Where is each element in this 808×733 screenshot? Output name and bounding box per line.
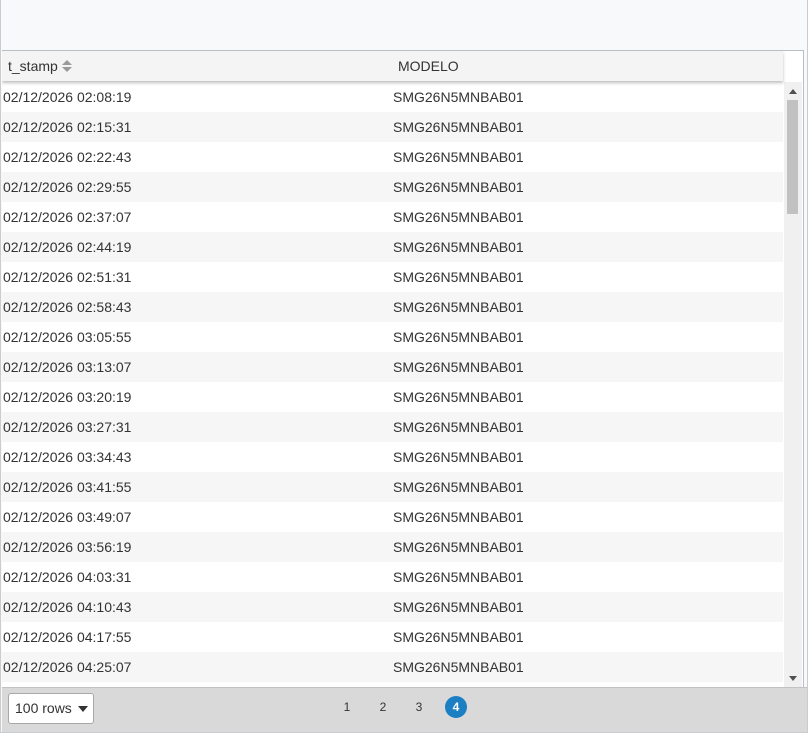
table-row[interactable]: 02/12/2026 02:08:19 SMG26N5MNBAB01 bbox=[2, 82, 783, 112]
rows-per-page-select[interactable]: 100 rows bbox=[8, 693, 94, 724]
table-panel: t_stamp MODELO 02/12/2026 02:08:19 SMG26N… bbox=[0, 0, 808, 733]
column-header-t-stamp[interactable]: t_stamp bbox=[8, 51, 72, 81]
table-row[interactable]: 02/12/2026 04:25:07 SMG26N5MNBAB01 bbox=[2, 652, 783, 682]
page-2-button[interactable]: 2 bbox=[372, 696, 394, 718]
cell-t-stamp: 02/12/2026 02:22:43 bbox=[3, 149, 132, 165]
pagination-footer: 100 rows 1 2 3 4 bbox=[2, 687, 807, 732]
cell-t-stamp: 02/12/2026 02:37:07 bbox=[3, 209, 132, 225]
cell-t-stamp: 02/12/2026 02:29:55 bbox=[3, 179, 132, 195]
page-1-button[interactable]: 1 bbox=[336, 696, 358, 718]
cell-t-stamp: 02/12/2026 02:15:31 bbox=[3, 119, 132, 135]
cell-modelo: SMG26N5MNBAB01 bbox=[393, 569, 524, 585]
table-row[interactable]: 02/12/2026 03:49:07 SMG26N5MNBAB01 bbox=[2, 502, 783, 532]
cell-modelo: SMG26N5MNBAB01 bbox=[393, 449, 524, 465]
table-header: t_stamp MODELO bbox=[2, 51, 783, 81]
cell-modelo: SMG26N5MNBAB01 bbox=[393, 629, 524, 645]
cell-modelo: SMG26N5MNBAB01 bbox=[393, 359, 524, 375]
table-row[interactable]: 02/12/2026 04:03:31 SMG26N5MNBAB01 bbox=[2, 562, 783, 592]
cell-t-stamp: 02/12/2026 02:51:31 bbox=[3, 269, 132, 285]
cell-modelo: SMG26N5MNBAB01 bbox=[393, 329, 524, 345]
cell-modelo: SMG26N5MNBAB01 bbox=[393, 659, 524, 675]
cell-t-stamp: 02/12/2026 03:34:43 bbox=[3, 449, 132, 465]
table-row[interactable]: 02/12/2026 04:10:43 SMG26N5MNBAB01 bbox=[2, 592, 783, 622]
cell-modelo: SMG26N5MNBAB01 bbox=[393, 389, 524, 405]
cell-modelo: SMG26N5MNBAB01 bbox=[393, 539, 524, 555]
scroll-up-arrow-icon[interactable] bbox=[789, 89, 797, 94]
table-row[interactable]: 02/12/2026 02:15:31 SMG26N5MNBAB01 bbox=[2, 112, 783, 142]
page-4-button[interactable]: 4 bbox=[445, 696, 467, 718]
cell-t-stamp: 02/12/2026 03:27:31 bbox=[3, 419, 132, 435]
cell-t-stamp: 02/12/2026 04:17:55 bbox=[3, 629, 132, 645]
table-row[interactable]: 02/12/2026 02:37:07 SMG26N5MNBAB01 bbox=[2, 202, 783, 232]
cell-t-stamp: 02/12/2026 04:03:31 bbox=[3, 569, 132, 585]
table-row[interactable]: 02/12/2026 03:20:19 SMG26N5MNBAB01 bbox=[2, 382, 783, 412]
panel-top-area bbox=[1, 0, 807, 50]
cell-t-stamp: 02/12/2026 03:41:55 bbox=[3, 479, 132, 495]
table-row[interactable]: 02/12/2026 03:27:31 SMG26N5MNBAB01 bbox=[2, 412, 783, 442]
table-row[interactable]: 02/12/2026 03:34:43 SMG26N5MNBAB01 bbox=[2, 442, 783, 472]
cell-t-stamp: 02/12/2026 02:08:19 bbox=[3, 89, 132, 105]
table-row[interactable]: 02/12/2026 02:44:19 SMG26N5MNBAB01 bbox=[2, 232, 783, 262]
vertical-scrollbar[interactable] bbox=[784, 82, 802, 687]
table-row[interactable]: 02/12/2026 04:17:55 SMG26N5MNBAB01 bbox=[2, 622, 783, 652]
cell-modelo: SMG26N5MNBAB01 bbox=[393, 89, 524, 105]
table-body: 02/12/2026 02:08:19 SMG26N5MNBAB01 02/12/2… bbox=[2, 82, 783, 687]
cell-modelo: SMG26N5MNBAB01 bbox=[393, 269, 524, 285]
cell-modelo: SMG26N5MNBAB01 bbox=[393, 479, 524, 495]
chevron-down-icon bbox=[78, 706, 88, 712]
cell-modelo: SMG26N5MNBAB01 bbox=[393, 509, 524, 525]
cell-modelo: SMG26N5MNBAB01 bbox=[393, 149, 524, 165]
sort-icon[interactable] bbox=[61, 59, 72, 73]
column-header-label: t_stamp bbox=[8, 58, 58, 74]
cell-modelo: SMG26N5MNBAB01 bbox=[393, 299, 524, 315]
cell-t-stamp: 02/12/2026 04:10:43 bbox=[3, 599, 132, 615]
cell-t-stamp: 02/12/2026 02:44:19 bbox=[3, 239, 132, 255]
page-3-button[interactable]: 3 bbox=[408, 696, 430, 718]
table-row[interactable]: 02/12/2026 03:05:55 SMG26N5MNBAB01 bbox=[2, 322, 783, 352]
column-header-modelo[interactable]: MODELO bbox=[398, 51, 459, 81]
cell-modelo: SMG26N5MNBAB01 bbox=[393, 239, 524, 255]
table-row[interactable]: 02/12/2026 03:13:07 SMG26N5MNBAB01 bbox=[2, 352, 783, 382]
cell-modelo: SMG26N5MNBAB01 bbox=[393, 209, 524, 225]
table-row[interactable]: 02/12/2026 02:51:31 SMG26N5MNBAB01 bbox=[2, 262, 783, 292]
table-row[interactable]: 02/12/2026 03:41:55 SMG26N5MNBAB01 bbox=[2, 472, 783, 502]
column-header-label: MODELO bbox=[398, 58, 459, 74]
rows-per-page-value: 100 rows bbox=[15, 700, 72, 716]
cell-modelo: SMG26N5MNBAB01 bbox=[393, 599, 524, 615]
table-row[interactable]: 02/12/2026 02:29:55 SMG26N5MNBAB01 bbox=[2, 172, 783, 202]
cell-modelo: SMG26N5MNBAB01 bbox=[393, 119, 524, 135]
cell-t-stamp: 02/12/2026 03:13:07 bbox=[3, 359, 132, 375]
scroll-down-arrow-icon[interactable] bbox=[789, 676, 797, 681]
cell-t-stamp: 02/12/2026 03:49:07 bbox=[3, 509, 132, 525]
table-row[interactable]: 02/12/2026 02:22:43 SMG26N5MNBAB01 bbox=[2, 142, 783, 172]
cell-t-stamp: 02/12/2026 04:25:07 bbox=[3, 659, 132, 675]
cell-t-stamp: 02/12/2026 03:05:55 bbox=[3, 329, 132, 345]
table-row[interactable]: 02/12/2026 02:58:43 SMG26N5MNBAB01 bbox=[2, 292, 783, 322]
table-row[interactable]: 02/12/2026 03:56:19 SMG26N5MNBAB01 bbox=[2, 532, 783, 562]
scrollbar-thumb[interactable] bbox=[787, 100, 798, 214]
cell-t-stamp: 02/12/2026 03:20:19 bbox=[3, 389, 132, 405]
data-table: t_stamp MODELO 02/12/2026 02:08:19 SMG26N… bbox=[2, 50, 804, 687]
cell-t-stamp: 02/12/2026 03:56:19 bbox=[3, 539, 132, 555]
cell-t-stamp: 02/12/2026 02:58:43 bbox=[3, 299, 132, 315]
cell-modelo: SMG26N5MNBAB01 bbox=[393, 419, 524, 435]
cell-modelo: SMG26N5MNBAB01 bbox=[393, 179, 524, 195]
